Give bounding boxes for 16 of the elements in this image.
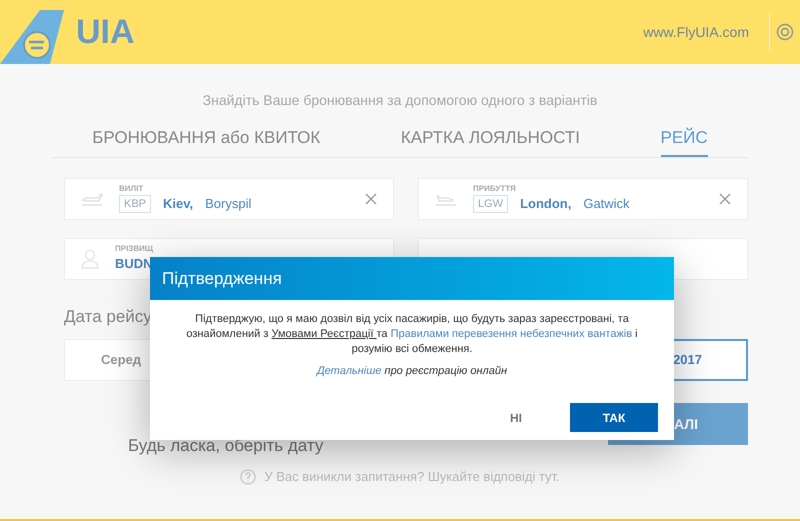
city-name: Kiev, xyxy=(163,194,194,213)
city-name: London, xyxy=(520,194,572,213)
dialog-title: Підтвердження xyxy=(162,268,282,290)
field-label: ПРИБУТТЯ xyxy=(473,184,517,194)
more-info-text: Детальніше про реєстрацію онлайн xyxy=(315,364,508,379)
airport-name: Boryspil xyxy=(205,194,252,213)
logo-text: UIA xyxy=(76,12,135,52)
date-label: Дата рейсу xyxy=(64,306,152,328)
date-hint: Будь ласка, оберіть дату xyxy=(128,435,324,457)
field-label: ПРІЗВИЩ xyxy=(115,244,153,254)
field-label: ВИЛІТ xyxy=(119,184,144,194)
airport-name: Gatwick xyxy=(583,194,630,213)
airport-code: KBP xyxy=(119,194,152,212)
airport-code: LGW xyxy=(473,194,508,212)
subtitle: Знайдіть Ваше бронювання за допомогою одного з варіантів xyxy=(202,91,598,110)
dialog-message: Підтверджую, що я маю дозвіл від усіх пасажирів, що будуть зараз зареєстровані, та ознайомлений з Умовами Реєстрації та Правилами перевезення небезпечних вантажів і розумію всі обмеження. xyxy=(185,312,639,357)
